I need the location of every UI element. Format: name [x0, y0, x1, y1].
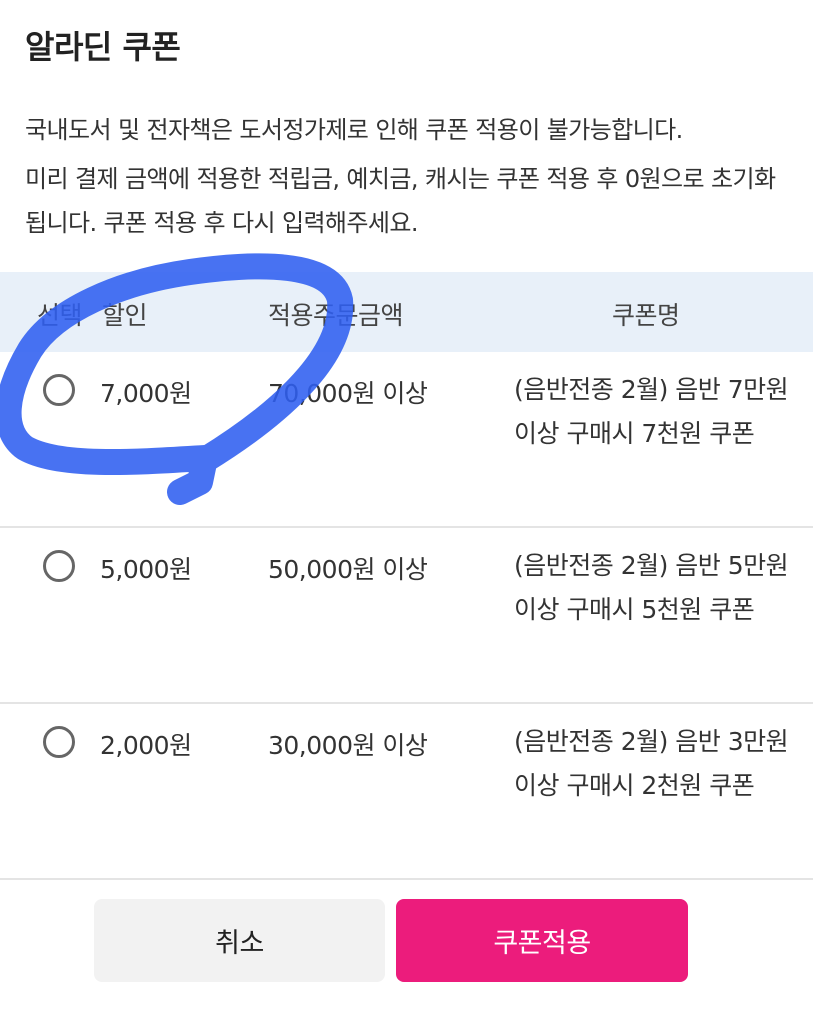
coupon-radio[interactable]: [43, 726, 75, 758]
header-coupon-name: 쿠폰명: [612, 301, 680, 330]
coupon-radio[interactable]: [43, 374, 75, 406]
coupon-row[interactable]: 2,000원 30,000원 이상 (음반전종 2월) 음반 3만원 이상 구매…: [0, 704, 813, 880]
coupon-name: (음반전종 2월) 음반 5만원 이상 구매시 5천원 쿠폰: [514, 551, 789, 624]
coupon-minimum: 50,000원 이상: [268, 555, 428, 584]
coupon-radio[interactable]: [43, 550, 75, 582]
coupon-name: (음반전종 2월) 음반 7만원 이상 구매시 7천원 쿠폰: [514, 375, 789, 448]
coupon-discount: 5,000원: [100, 555, 192, 584]
coupon-discount: 7,000원: [100, 379, 192, 408]
coupon-minimum: 70,000원 이상: [268, 379, 428, 408]
header-select: 선택: [37, 301, 83, 330]
notice-reset: 미리 결제 금액에 적용한 적립금, 예치금, 캐시는 쿠폰 적용 후 0원으로…: [25, 165, 776, 237]
cancel-button[interactable]: 취소: [94, 899, 385, 982]
dialog-title: 알라딘 쿠폰: [25, 28, 181, 66]
coupon-minimum: 30,000원 이상: [268, 731, 428, 760]
coupon-table-header: 선택 할인 적용주문금액 쿠폰명: [0, 272, 813, 352]
notice-ebook: 국내도서 및 전자책은 도서정가제로 인해 쿠폰 적용이 불가능합니다.: [25, 116, 683, 144]
header-minimum: 적용주문금액: [268, 301, 404, 330]
coupon-discount: 2,000원: [100, 731, 192, 760]
coupon-name: (음반전종 2월) 음반 3만원 이상 구매시 2천원 쿠폰: [514, 727, 789, 800]
coupon-row[interactable]: 7,000원 70,000원 이상 (음반전종 2월) 음반 7만원 이상 구매…: [0, 352, 813, 528]
coupon-row[interactable]: 5,000원 50,000원 이상 (음반전종 2월) 음반 5만원 이상 구매…: [0, 528, 813, 704]
header-discount: 할인: [102, 301, 148, 330]
apply-coupon-button[interactable]: 쿠폰적용: [396, 899, 688, 982]
